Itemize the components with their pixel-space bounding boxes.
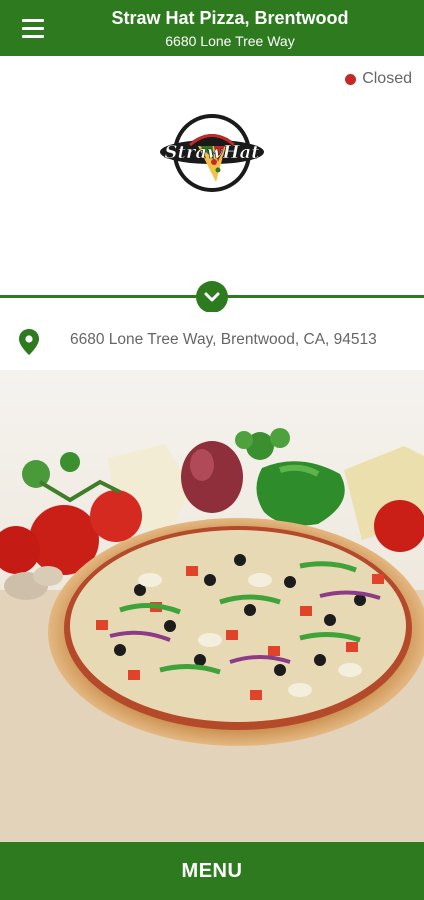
menu-button-label: MENU: [181, 859, 243, 882]
hero-section: Closed StrawHat: [0, 56, 424, 296]
straw-hat-logo: StrawHat: [160, 114, 264, 192]
status-dot-icon: [345, 73, 357, 85]
address-row[interactable]: 6680 Lone Tree Way, Brentwood, CA, 94513: [0, 312, 424, 370]
hamburger-menu-button[interactable]: [14, 14, 50, 42]
chevron-down-icon: [204, 292, 220, 302]
svg-text:StrawHat: StrawHat: [165, 142, 261, 163]
app-bar: Straw Hat Pizza, Brentwood 6680 Lone Tre…: [0, 0, 424, 56]
header-titles: Straw Hat Pizza, Brentwood 6680 Lone Tre…: [56, 7, 404, 51]
restaurant-subtitle: 6680 Lone Tree Way: [165, 33, 295, 49]
veggie-pizza-photo: [0, 370, 424, 842]
pizza-illustration: [0, 370, 424, 842]
restaurant-title: Straw Hat Pizza, Brentwood: [111, 8, 349, 28]
status-badge: Closed: [345, 70, 412, 88]
hamburger-menu-icon: [22, 18, 44, 22]
menu-button[interactable]: MENU: [0, 842, 424, 900]
map-pin-icon: [19, 329, 39, 355]
expand-details-button[interactable]: [196, 281, 228, 313]
status-label: Closed: [362, 70, 412, 87]
address-text: 6680 Lone Tree Way, Brentwood, CA, 94513: [70, 331, 377, 348]
